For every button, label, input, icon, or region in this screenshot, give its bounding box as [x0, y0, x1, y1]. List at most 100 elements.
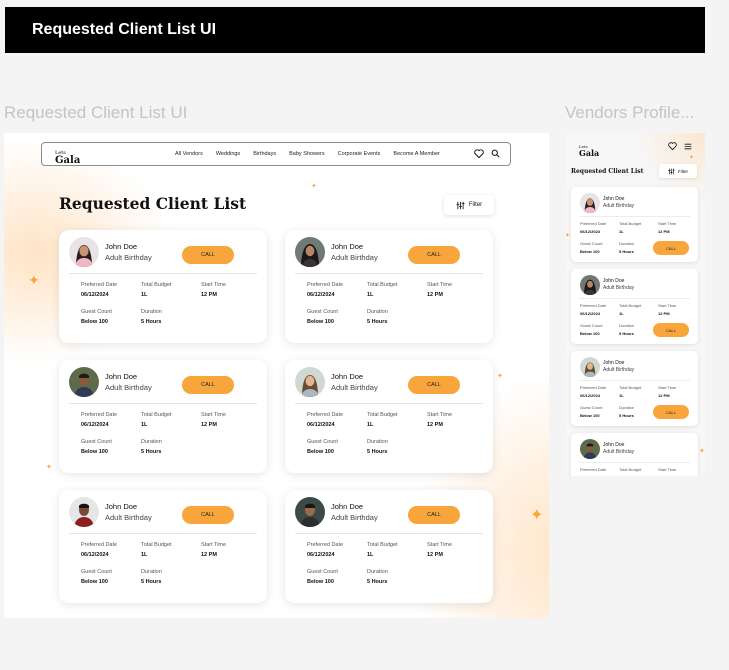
client-name: John Doe [603, 360, 625, 366]
start-time-label: Start Time [658, 467, 677, 472]
duration-field: Duration 5 Hours [141, 439, 162, 455]
preferred-date-field: Preferred Date 06/12/2024 [307, 282, 343, 298]
preferred-date-field: Preferred Date 06/12/2024 [580, 303, 606, 316]
preferred-date-label: Preferred Date [580, 221, 607, 226]
avatar [295, 367, 325, 397]
preferred-date-field: Preferred Date [580, 467, 606, 472]
search-icon[interactable] [491, 149, 500, 158]
banner-title: Requested Client List UI [32, 21, 217, 38]
heart-icon[interactable] [474, 149, 484, 158]
duration-field: Duration 5 Hours [619, 323, 634, 336]
start-time-label: Start Time [427, 282, 453, 288]
mobile-page-title: Requested Client List [571, 168, 644, 175]
hamburger-menu-icon[interactable] [684, 143, 692, 150]
guest-count-value: Below 100 [580, 331, 600, 336]
guest-count-value: Below 100 [81, 319, 108, 325]
avatar [69, 237, 99, 267]
guest-count-value: Below 100 [307, 319, 334, 325]
logo-line2: Gala [55, 155, 81, 166]
guest-count-label: Guest Count [580, 405, 603, 410]
guest-count-value: Below 100 [307, 579, 334, 585]
nav-link-corporate-events[interactable]: Corporate Events [338, 151, 381, 157]
preferred-date-field: Preferred Date 06/12/2024 [81, 542, 117, 558]
divider [69, 533, 257, 534]
duration-field: Duration 5 Hours [367, 439, 388, 455]
preferred-date-value: 06/12/2024 [81, 292, 109, 298]
mobile-client-card: John Doe Adult Birthday Preferred Date T… [571, 433, 698, 476]
nav-link-become-member[interactable]: Become A Member [393, 151, 439, 157]
nav-link-weddings[interactable]: Weddings [216, 151, 240, 157]
start-time-value: 12 PM [427, 292, 443, 298]
total-budget-label: Total Budget [619, 467, 642, 472]
sparkle-icon: ✦ [565, 233, 571, 239]
sparkle-icon: ✦ [689, 155, 695, 161]
call-button[interactable]: CALL [182, 376, 234, 394]
duration-value: 5 Hours [141, 319, 162, 325]
sparkle-icon: ✦ [530, 507, 544, 524]
call-button[interactable]: CALL [653, 323, 689, 337]
duration-label: Duration [367, 569, 388, 575]
sparkle-icon: ✦ [46, 464, 52, 471]
call-button[interactable]: CALL [408, 376, 460, 394]
page-title: Requested Client List [59, 194, 247, 213]
avatar [295, 497, 325, 527]
duration-field: Duration 5 Hours [367, 569, 388, 585]
call-button[interactable]: CALL [408, 246, 460, 264]
client-name: John Doe [331, 372, 364, 381]
call-button[interactable]: CALL [653, 241, 689, 255]
total-budget-label: Total Budget [141, 542, 172, 548]
client-name: John Doe [603, 278, 625, 284]
duration-field: Duration 5 Hours [367, 309, 388, 325]
heart-icon[interactable] [668, 142, 677, 150]
call-button[interactable]: CALL [182, 246, 234, 264]
start-time-field: Start Time 12 PM [658, 221, 676, 234]
total-budget-value: 1L [367, 292, 374, 298]
start-time-value: 12 PM [201, 292, 217, 298]
filter-button[interactable]: Filter [444, 195, 494, 215]
client-event: Adult Birthday [105, 253, 152, 262]
divider [295, 533, 483, 534]
start-time-field: Start Time 12 PM [658, 385, 676, 398]
divider [579, 298, 690, 299]
call-button[interactable]: CALL [182, 506, 234, 524]
sparkle-icon: ✦ [497, 373, 503, 380]
client-name: John Doe [105, 242, 138, 251]
duration-label: Duration [141, 439, 162, 445]
guest-count-field: Guest Count Below 100 [81, 309, 112, 325]
client-name: John Doe [603, 442, 625, 448]
duration-field: Duration 5 Hours [141, 569, 162, 585]
total-budget-field: Total Budget 1L [619, 303, 641, 316]
nav-link-baby-showers[interactable]: Baby Showers [289, 151, 324, 157]
nav-link-birthdays[interactable]: Birthdays [253, 151, 276, 157]
filter-label: Filter [468, 202, 483, 208]
start-time-field: Start Time 12 PM [201, 542, 226, 558]
nav-icons [474, 149, 500, 158]
mobile-logo[interactable]: Lets Gala [579, 141, 599, 157]
total-budget-field: Total Budget 1L [619, 221, 641, 234]
call-button[interactable]: CALL [653, 405, 689, 419]
divider [579, 216, 690, 217]
logo[interactable]: Lets Gala [55, 146, 81, 166]
start-time-field: Start Time 12 PM [201, 282, 226, 298]
guest-count-label: Guest Count [580, 323, 603, 328]
mobile-filter-button[interactable]: Filter [659, 164, 697, 178]
duration-label: Duration [367, 439, 388, 445]
duration-value: 5 Hours [619, 331, 634, 336]
call-button[interactable]: CALL [408, 506, 460, 524]
preferred-date-value: 06/12/2024 [580, 311, 601, 316]
total-budget-field: Total Budget 1L [619, 385, 641, 398]
mobile-frame-label: Vendors Profile... [565, 103, 695, 122]
start-time-label: Start Time [658, 385, 677, 390]
duration-value: 5 Hours [141, 579, 162, 585]
duration-label: Duration [141, 569, 162, 575]
guest-count-label: Guest Count [81, 309, 112, 315]
sliders-icon [668, 168, 675, 174]
start-time-value: 12 PM [201, 422, 217, 428]
duration-label: Duration [367, 309, 388, 315]
guest-count-field: Guest Count Below 100 [81, 439, 112, 455]
nav-link-all-vendors[interactable]: All Vendors [175, 151, 203, 157]
preferred-date-label: Preferred Date [307, 412, 344, 418]
desktop-frame: Lets Gala All Vendors Weddings Birthdays… [4, 133, 549, 618]
guest-count-label: Guest Count [580, 241, 603, 246]
avatar [69, 367, 99, 397]
